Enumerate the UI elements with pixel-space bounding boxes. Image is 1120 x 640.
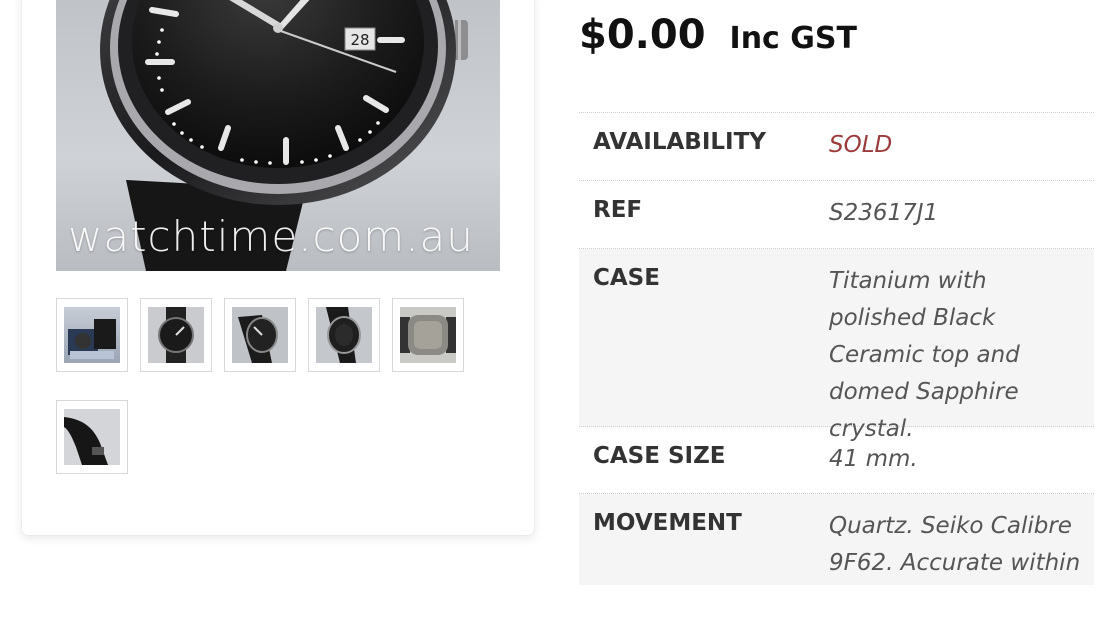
thumbnail-watch-side[interactable] bbox=[308, 298, 380, 372]
thumbnail-image bbox=[316, 307, 372, 363]
thumbnail-image bbox=[64, 409, 120, 465]
spec-value: Titanium with polished Black Ceramic top… bbox=[829, 268, 1020, 442]
spec-label: CASE bbox=[593, 265, 660, 291]
thumbnail-watch-front[interactable] bbox=[140, 298, 212, 372]
spec-row-movement: MOVEMENT Quartz. Seiko Calibre 9F62. Acc… bbox=[579, 494, 1094, 585]
spec-row-availability: AVAILABILITY SOLD bbox=[579, 113, 1094, 181]
spec-row-case-size: CASE SIZE 41 mm. bbox=[579, 427, 1094, 494]
date-window-text: 28 bbox=[350, 31, 369, 49]
spec-label: REF bbox=[593, 197, 643, 223]
thumbnail-image bbox=[400, 307, 456, 363]
spec-value: S23617J1 bbox=[829, 200, 939, 226]
spec-row-case: CASE Titanium with polished Black Cerami… bbox=[579, 249, 1094, 442]
price-block: $0.00 Inc GST bbox=[579, 12, 857, 68]
main-product-image[interactable]: 28 watchtime.com.au bbox=[56, 0, 500, 271]
spec-label: AVAILABILITY bbox=[593, 129, 766, 155]
thumbnail-watch-angle[interactable] bbox=[224, 298, 296, 372]
spec-label: MOVEMENT bbox=[593, 510, 742, 536]
thumbnail-box-and-papers[interactable] bbox=[56, 298, 128, 372]
availability-value: SOLD bbox=[829, 132, 893, 158]
specifications-table: AVAILABILITY SOLD REF S23617J1 CASE Tita… bbox=[579, 112, 1094, 585]
price-tax-note: Inc GST bbox=[729, 21, 857, 56]
image-watermark: watchtime.com.au bbox=[68, 212, 474, 261]
thumbnail-strap[interactable] bbox=[56, 400, 128, 474]
product-price: $0.00 bbox=[579, 12, 706, 58]
spec-value: Quartz. Seiko Calibre 9F62. Accurate wit… bbox=[829, 513, 1081, 576]
thumbnail-image bbox=[232, 307, 288, 363]
product-page: 28 watchtime.com.au $0.00 Inc GST AVAILA… bbox=[0, 0, 1120, 640]
thumbnail-image bbox=[64, 307, 120, 363]
product-gallery: 28 watchtime.com.au bbox=[22, 0, 534, 535]
thumbnail-image bbox=[148, 307, 204, 363]
spec-row-ref: REF S23617J1 bbox=[579, 181, 1094, 249]
spec-label: CASE SIZE bbox=[593, 443, 726, 469]
spec-value: 41 mm. bbox=[829, 446, 918, 472]
thumbnail-caseback[interactable] bbox=[392, 298, 464, 372]
